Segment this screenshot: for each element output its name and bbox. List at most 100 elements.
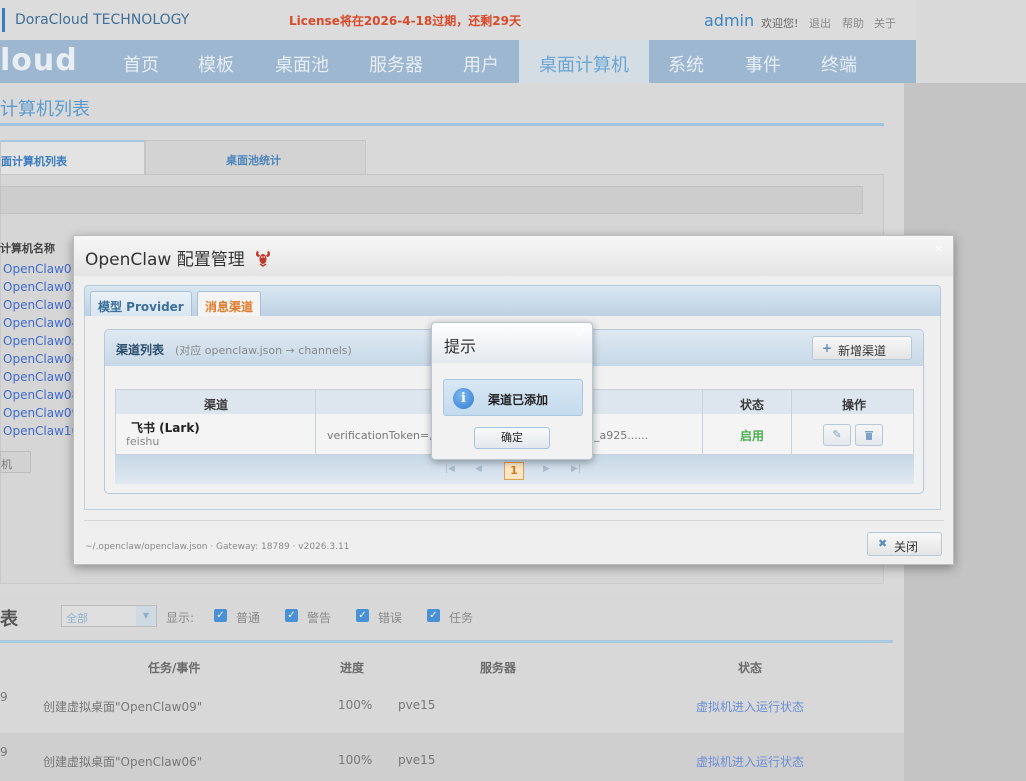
alert-message: 渠道已添加: [488, 393, 549, 407]
column-divider: [791, 389, 792, 455]
channel-name: 飞书 (Lark): [131, 421, 200, 435]
close-icon: ✖: [878, 537, 888, 550]
vm-link[interactable]: OpenClaw10: [3, 424, 79, 438]
nav-pool[interactable]: 桌面池: [275, 51, 329, 77]
delete-channel-button[interactable]: [855, 424, 883, 446]
column-divider: [702, 389, 703, 455]
event-header-server: 服务器: [480, 661, 517, 675]
next-page-icon[interactable]: ▶: [543, 464, 550, 474]
checkbox-task[interactable]: ✓: [427, 609, 440, 622]
event-progress: 100%: [338, 753, 373, 767]
footer-divider: [84, 520, 944, 521]
checkbox-warning[interactable]: ✓: [285, 609, 298, 622]
close-button-label: 关闭: [894, 540, 919, 554]
pencil-icon: ✎: [832, 428, 842, 441]
ok-button[interactable]: 确定: [474, 427, 550, 449]
add-channel-label: 新增渠道: [838, 344, 887, 358]
nav-home[interactable]: 首页: [123, 51, 159, 77]
dialog-title: OpenClaw 配置管理: [85, 245, 272, 270]
chevron-down-icon[interactable]: ▼: [136, 606, 156, 626]
nav-template[interactable]: 模板: [198, 51, 234, 77]
tab-computer-list-label: 面计算机列表: [1, 155, 67, 168]
event-header-progress: 进度: [340, 661, 365, 675]
tab-pool-stats[interactable]: 桌面池统计: [145, 140, 366, 175]
add-channel-button[interactable]: + 新增渠道: [812, 336, 912, 360]
checkbox-normal[interactable]: ✓: [214, 609, 227, 622]
nav-users[interactable]: 用户: [463, 51, 499, 77]
nav-desktop-computer[interactable]: 桌面计算机: [519, 40, 649, 83]
config-path-footer: ~/.openclaw/openclaw.json · Gateway: 187…: [85, 542, 350, 552]
nav-server[interactable]: 服务器: [369, 51, 423, 77]
tab-model-provider[interactable]: 模型 Provider: [90, 291, 192, 318]
header-status: 状态: [740, 398, 765, 412]
event-progress: 100%: [338, 698, 373, 712]
event-title: 表: [0, 609, 18, 630]
list-action-label: 机: [1, 458, 12, 471]
alert-message-box: i 渠道已添加: [443, 379, 583, 416]
show-label: 显示:: [166, 611, 195, 625]
channel-status: 启用: [740, 429, 765, 443]
vm-link[interactable]: OpenClaw05: [3, 334, 79, 348]
event-status[interactable]: 虚拟机进入运行状态: [696, 753, 804, 770]
computer-name-header[interactable]: 计算机名称: [0, 240, 55, 256]
list-action-button[interactable]: 机: [0, 451, 31, 473]
alert-close-icon[interactable]: ×: [575, 329, 583, 340]
vm-link[interactable]: OpenClaw08: [3, 388, 79, 402]
dialog-header: OpenClaw 配置管理 ×: [74, 236, 953, 276]
event-task: 创建虚拟桌面"OpenClaw06": [43, 755, 203, 769]
nav-desktop-computer-label: 桌面计算机: [539, 55, 629, 76]
vm-link[interactable]: OpenClaw02: [3, 280, 79, 294]
nav-terminal[interactable]: 终端: [821, 51, 857, 77]
trash-icon: [865, 431, 873, 440]
event-header-status: 状态: [738, 661, 763, 675]
filter-bar: [0, 186, 863, 214]
event-filter-value: 全部: [66, 612, 88, 625]
event-task: 创建虚拟桌面"OpenClaw09": [43, 700, 203, 714]
vm-link[interactable]: OpenClaw09: [3, 406, 79, 420]
brand-accent-bar: [2, 8, 5, 32]
nav-events[interactable]: 事件: [745, 51, 781, 77]
event-server: pve15: [398, 698, 436, 712]
tab-message-channel[interactable]: 消息渠道: [197, 291, 262, 318]
dialog-close-icon[interactable]: ×: [934, 242, 943, 255]
lobster-icon: [256, 251, 271, 267]
tab-pool-stats-label: 桌面池统计: [226, 154, 281, 167]
first-page-icon[interactable]: |◀: [445, 464, 455, 474]
about-link[interactable]: 关于: [874, 15, 896, 31]
channel-list-subtitle: (对应 openclaw.json → channels): [175, 344, 352, 357]
header-actions: 操作: [842, 398, 867, 412]
channel-list-title: 渠道列表: [116, 343, 165, 357]
checkbox-warning-label: 警告: [307, 611, 332, 625]
vm-link[interactable]: OpenClaw04: [3, 316, 79, 330]
channel-id: feishu: [126, 435, 160, 448]
channel-config: verificationToken=, a: [327, 429, 443, 442]
event-status[interactable]: 虚拟机进入运行状态: [696, 698, 804, 715]
plus-icon: +: [822, 341, 833, 355]
license-notice: License将在2026-4-18过期，还剩29天: [289, 14, 521, 28]
vm-link[interactable]: OpenClaw03: [3, 298, 79, 312]
vm-link[interactable]: OpenClaw01: [3, 262, 79, 276]
title-divider: [0, 123, 884, 126]
tab-computer-list[interactable]: 面计算机列表: [0, 140, 145, 175]
nav-system[interactable]: 系统: [668, 51, 704, 77]
close-button[interactable]: ✖ 关闭: [867, 532, 942, 556]
event-header-task: 任务/事件: [148, 661, 201, 675]
page-title: 计算机列表: [0, 99, 90, 120]
current-page[interactable]: 1: [504, 462, 524, 480]
event-filter-select[interactable]: 全部 ▼: [61, 605, 157, 627]
top-bar: DoraCloud TECHNOLOGY License将在2026-4-18过…: [0, 0, 916, 40]
logout-link[interactable]: 退出: [809, 15, 831, 31]
welcome-text: 欢迎您!: [761, 17, 799, 30]
alert-dialog: 提示 × i 渠道已添加 确定: [431, 322, 593, 460]
edit-channel-button[interactable]: ✎: [823, 424, 851, 446]
header-channel: 渠道: [204, 398, 229, 412]
vm-link[interactable]: OpenClaw07: [3, 370, 79, 384]
column-divider: [315, 389, 316, 455]
vm-link[interactable]: OpenClaw06: [3, 352, 79, 366]
prev-page-icon[interactable]: ◀: [475, 464, 482, 474]
main-nav: loud 首页 模板 桌面池 服务器 用户 桌面计算机 系统 事件 终端: [0, 40, 916, 83]
help-link[interactable]: 帮助: [842, 15, 864, 31]
checkbox-error[interactable]: ✓: [356, 609, 369, 622]
checkbox-normal-label: 普通: [236, 611, 261, 625]
last-page-icon[interactable]: ▶|: [571, 464, 581, 474]
